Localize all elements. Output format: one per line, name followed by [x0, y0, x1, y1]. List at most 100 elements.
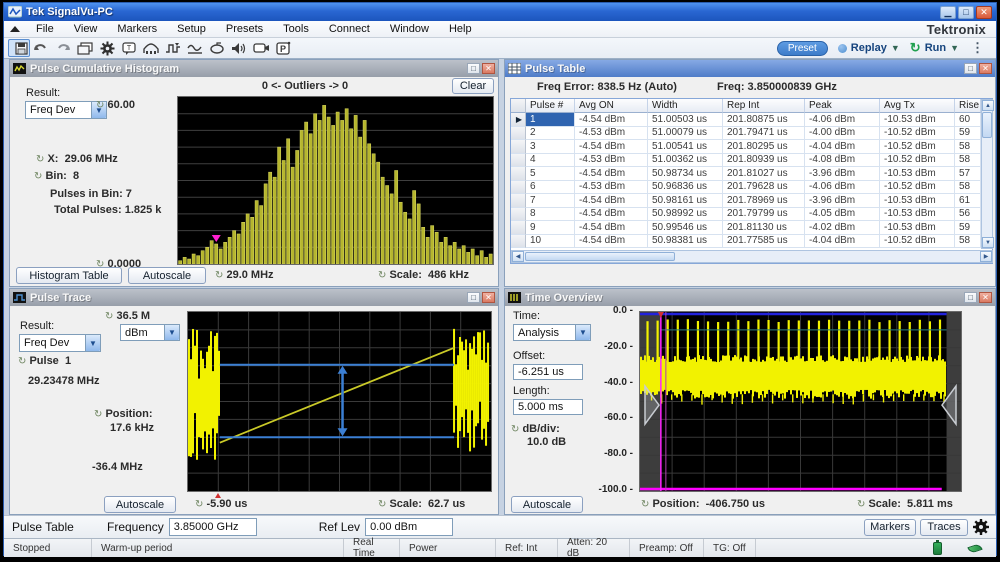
table-row[interactable]: 4-4.53 dBm51.00362 us201.80939 us-4.08 d…: [511, 154, 992, 168]
outliers-readout: 0 <- Outliers -> 0: [220, 80, 390, 92]
histogram-table-button[interactable]: Histogram Table: [16, 267, 122, 284]
context-label: Pulse Table: [12, 520, 107, 534]
edit-icon[interactable]: ↻: [34, 171, 42, 182]
redo-icon[interactable]: [52, 39, 74, 57]
edit-icon[interactable]: ↻: [36, 154, 44, 165]
pulse-trace-plot[interactable]: [187, 311, 492, 492]
settings-gear-icon[interactable]: [96, 39, 118, 57]
histogram-plot[interactable]: [177, 96, 494, 265]
column-header-peak[interactable]: Peak: [805, 99, 880, 113]
menu-markers[interactable]: Markers: [107, 21, 167, 37]
scroll-up-icon[interactable]: ▲: [982, 100, 994, 111]
result-select[interactable]: Freq Dev ▼: [25, 101, 107, 119]
spectrum-icon[interactable]: [206, 39, 228, 57]
edit-icon[interactable]: ↻: [641, 499, 649, 510]
menu-help[interactable]: Help: [439, 21, 482, 37]
pulse-trace-panel-titlebar[interactable]: Pulse Trace □ ✕: [10, 289, 498, 306]
pulse-table[interactable]: Pulse #Avg ONWidthRep IntPeakAvg TxRise …: [510, 98, 993, 264]
edit-icon[interactable]: ↻: [96, 100, 104, 111]
column-header-avg-on[interactable]: Avg ON: [575, 99, 648, 113]
table-row[interactable]: 3-4.54 dBm51.00541 us201.80295 us-4.04 d…: [511, 140, 992, 154]
trace-icon[interactable]: [184, 39, 206, 57]
column-header-pulse-[interactable]: Pulse #: [526, 99, 575, 113]
displays-icon[interactable]: [74, 39, 96, 57]
scroll-left-icon[interactable]: ◀: [512, 251, 524, 262]
autoscale-button[interactable]: Autoscale: [104, 496, 176, 513]
ref-lev-input[interactable]: 0.00 dBm: [365, 518, 453, 536]
result-select[interactable]: Freq Dev ▼: [19, 334, 101, 352]
eject-icon[interactable]: [4, 24, 26, 34]
column-header-rise[interactable]: Rise: [955, 99, 981, 113]
edit-icon[interactable]: ↻: [215, 270, 223, 281]
settings-gear-icon[interactable]: [972, 518, 990, 536]
menu-presets[interactable]: Presets: [216, 21, 273, 37]
menu-file[interactable]: File: [26, 21, 64, 37]
table-row[interactable]: 6-4.53 dBm50.96836 us201.79628 us-4.06 d…: [511, 181, 992, 195]
horizontal-scrollbar[interactable]: ◀ ▶: [511, 250, 993, 263]
traces-button[interactable]: Traces: [920, 519, 968, 536]
autoscale-button[interactable]: Autoscale: [128, 267, 206, 284]
menu-window[interactable]: Window: [380, 21, 439, 37]
menu-tools[interactable]: Tools: [273, 21, 319, 37]
time-overview-plot[interactable]: [639, 311, 962, 492]
scroll-down-icon[interactable]: ▼: [982, 237, 994, 248]
preset-button[interactable]: Preset: [777, 41, 828, 56]
frequency-input[interactable]: 3.85000 GHz: [169, 518, 257, 536]
audio-icon[interactable]: [228, 39, 250, 57]
panel-close-button[interactable]: ✕: [482, 63, 495, 74]
cell: -4.53 dBm: [575, 154, 648, 168]
annotation-icon[interactable]: T: [118, 39, 140, 57]
window-minimize-button[interactable]: ▁: [940, 6, 956, 19]
menu-setup[interactable]: Setup: [167, 21, 216, 37]
more-options-icon[interactable]: ⋮: [969, 40, 986, 56]
undo-icon[interactable]: [30, 39, 52, 57]
replay-control[interactable]: Replay ▼: [838, 42, 900, 54]
pulse-table-panel-titlebar[interactable]: Pulse Table □ ✕: [505, 60, 995, 77]
run-control[interactable]: ↻ Run ▼: [910, 40, 959, 56]
column-header-width[interactable]: Width: [648, 99, 723, 113]
presets-icon[interactable]: P: [272, 39, 294, 57]
scrollbar-thumb[interactable]: [982, 112, 992, 138]
table-row[interactable]: ▶1-4.54 dBm51.00503 us201.80875 us-4.06 …: [511, 113, 992, 127]
panel-minimize-button[interactable]: □: [964, 63, 977, 74]
panel-close-button[interactable]: ✕: [979, 63, 992, 74]
table-row[interactable]: 7-4.54 dBm50.98161 us201.78969 us-3.96 d…: [511, 194, 992, 208]
scrollbar-thumb[interactable]: [525, 252, 675, 261]
table-row[interactable]: 9-4.54 dBm50.99546 us201.81130 us-4.02 d…: [511, 221, 992, 235]
save-icon[interactable]: [8, 39, 30, 57]
panel-close-button[interactable]: ✕: [482, 292, 495, 303]
scroll-right-icon[interactable]: ▶: [980, 251, 992, 262]
autoscale-button[interactable]: Autoscale: [511, 496, 583, 513]
panel-minimize-button[interactable]: □: [467, 63, 480, 74]
freq-error-readout: Freq Error: 838.5 Hz (Auto): [537, 81, 677, 93]
column-header-rep-int[interactable]: Rep Int: [723, 99, 805, 113]
menu-view[interactable]: View: [64, 21, 108, 37]
edit-icon[interactable]: ↻: [94, 409, 102, 420]
panel-minimize-button[interactable]: □: [964, 292, 977, 303]
window-close-button[interactable]: ✕: [976, 6, 992, 19]
table-row[interactable]: 10-4.54 dBm50.98381 us201.77585 us-4.04 …: [511, 235, 992, 249]
window-maximize-button[interactable]: □: [958, 6, 974, 19]
pulse-icon[interactable]: [162, 39, 184, 57]
edit-icon[interactable]: ↻: [18, 356, 26, 367]
table-row[interactable]: 8-4.54 dBm50.98992 us201.79799 us-4.05 d…: [511, 208, 992, 222]
unit-select[interactable]: dBm ▼: [120, 324, 180, 341]
table-row[interactable]: 5-4.54 dBm50.98734 us201.81027 us-3.96 d…: [511, 167, 992, 181]
edit-icon[interactable]: ↻: [378, 270, 386, 281]
table-row[interactable]: 2-4.53 dBm51.00079 us201.79471 us-4.00 d…: [511, 127, 992, 141]
menu-connect[interactable]: Connect: [319, 21, 380, 37]
edit-icon[interactable]: ↻: [378, 499, 386, 510]
column-header-avg-tx[interactable]: Avg Tx: [880, 99, 955, 113]
vertical-scrollbar[interactable]: ▲ ▼: [981, 99, 993, 249]
histogram-panel-titlebar[interactable]: Pulse Cumulative Histogram □ ✕: [10, 60, 498, 77]
window-titlebar[interactable]: Tek SignalVu-PC ▁ □ ✕: [4, 3, 996, 21]
histogram-icon[interactable]: [140, 39, 162, 57]
edit-icon[interactable]: ↻: [105, 311, 113, 322]
clear-button[interactable]: Clear: [452, 78, 494, 94]
edit-icon[interactable]: ↻: [195, 499, 203, 510]
camera-icon[interactable]: [250, 39, 272, 57]
edit-icon[interactable]: ↻: [857, 499, 865, 510]
markers-button[interactable]: Markers: [864, 519, 916, 536]
panel-close-button[interactable]: ✕: [979, 292, 992, 303]
panel-minimize-button[interactable]: □: [467, 292, 480, 303]
